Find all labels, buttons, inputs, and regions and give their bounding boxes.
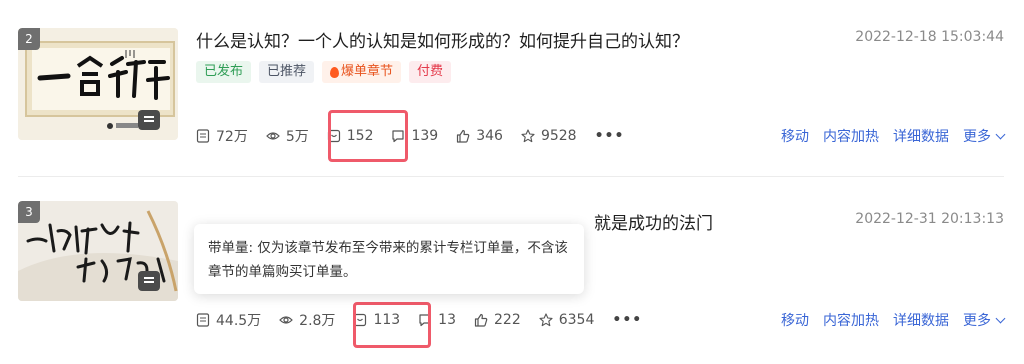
boost-button[interactable]: 内容加热 <box>823 126 879 146</box>
status-badge-hot-chapter: 爆单章节 <box>322 61 402 83</box>
article-tags: 已发布 已推荐 爆单章节 付费 <box>196 61 452 83</box>
details-button[interactable]: 详细数据 <box>893 310 949 330</box>
status-badge-recommended: 已推荐 <box>259 61 315 83</box>
like-icon <box>456 129 470 143</box>
move-button[interactable]: 移动 <box>781 126 809 146</box>
chevron-down-icon <box>995 129 1006 140</box>
article-thumbnail[interactable]: 3 <box>18 201 178 301</box>
move-button[interactable]: 移动 <box>781 310 809 330</box>
stat-favorites: 6354 <box>539 312 594 328</box>
stat-views: 72万 <box>196 126 248 146</box>
article-title[interactable]: 就是成功的法门 <box>594 209 713 234</box>
more-options-button[interactable]: ••• <box>612 312 642 328</box>
orders-highlight-box <box>328 110 408 162</box>
article-stats: 72万 5万 152 139 346 9528 ••• <box>196 126 624 146</box>
eye-icon <box>279 313 294 327</box>
article-row[interactable]: 2 什么是认知？一个人的认知是如何形成的？如何提升自己的认知？ 2022-12-… <box>0 0 1024 176</box>
details-button[interactable]: 详细数据 <box>893 126 949 146</box>
stat-views: 44.5万 <box>196 310 261 330</box>
article-index-badge: 2 <box>18 28 40 50</box>
article-title[interactable]: 什么是认知？一个人的认知是如何形成的？如何提升自己的认知？ <box>196 27 689 52</box>
flame-icon <box>330 66 340 78</box>
stat-likes: 346 <box>456 128 503 144</box>
hot-chapter-label: 爆单章节 <box>341 64 394 79</box>
stat-reads: 2.8万 <box>279 310 335 330</box>
stat-likes: 222 <box>474 312 521 328</box>
status-badge-paid: 付费 <box>409 61 452 83</box>
stat-reads: 5万 <box>265 126 309 146</box>
eye-icon <box>265 129 280 143</box>
doc-icon <box>196 313 210 327</box>
orders-highlight-box <box>353 302 431 348</box>
article-date: 2022-12-18 15:03:44 <box>855 29 1004 45</box>
star-icon <box>521 129 535 143</box>
doc-icon <box>196 129 210 143</box>
more-dropdown[interactable]: 更多 <box>963 126 1006 146</box>
like-icon <box>474 313 488 327</box>
article-index-badge: 3 <box>18 201 40 223</box>
article-date: 2022-12-31 20:13:13 <box>855 211 1004 227</box>
stat-favorites: 9528 <box>521 128 577 144</box>
article-thumbnail[interactable]: 2 <box>18 28 178 140</box>
boost-button[interactable]: 内容加热 <box>823 310 879 330</box>
orders-tooltip: 带单量: 仅为该章节发布至今带来的累计专栏订单量，不含该章节的单篇购买订单量。 <box>194 224 584 294</box>
more-options-button[interactable]: ••• <box>595 128 625 144</box>
chevron-down-icon <box>995 313 1006 324</box>
doc-icon <box>138 110 160 130</box>
star-icon <box>539 313 553 327</box>
article-actions: 移动 内容加热 详细数据 更多 <box>781 310 1006 330</box>
more-dropdown[interactable]: 更多 <box>963 310 1006 330</box>
doc-icon <box>138 271 160 291</box>
article-actions: 移动 内容加热 详细数据 更多 <box>781 126 1006 146</box>
status-badge-published: 已发布 <box>196 61 252 83</box>
